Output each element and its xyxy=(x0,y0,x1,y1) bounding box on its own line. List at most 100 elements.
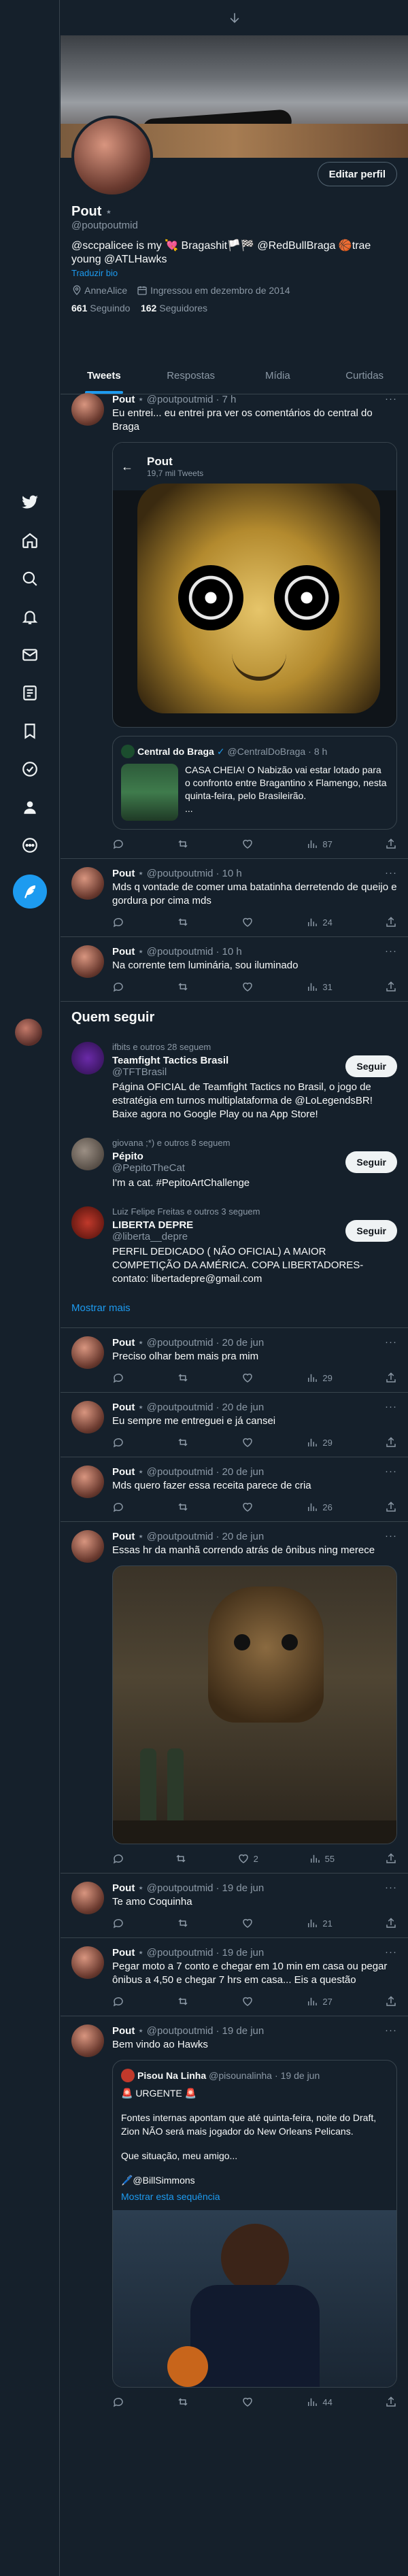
tweet-time[interactable]: 20 de jun xyxy=(222,1466,265,1478)
follow-button[interactable]: Seguir xyxy=(345,1151,397,1173)
tweet-media[interactable] xyxy=(112,1565,397,1844)
follow-suggestion[interactable]: ifbits e outros 28 seguem Teamfight Tact… xyxy=(71,1034,397,1130)
tweet-author-handle[interactable]: @poutpoutmid xyxy=(147,394,214,405)
views-button[interactable]: 21 xyxy=(306,1917,333,1929)
tweet-author-handle[interactable]: @poutpoutmid xyxy=(147,1882,214,1894)
retweet-button[interactable] xyxy=(177,981,189,993)
tweet[interactable]: Pout ⋆ @poutpoutmid · 20 de jun Mds quero fa… xyxy=(61,1457,408,1522)
tweet-author-name[interactable]: Pout xyxy=(112,1947,135,1959)
like-button[interactable] xyxy=(241,1372,254,1384)
search-icon[interactable] xyxy=(17,566,43,592)
reply-button[interactable] xyxy=(112,1917,124,1929)
retweet-button[interactable] xyxy=(177,1995,189,2007)
reply-button[interactable] xyxy=(112,1995,124,2007)
reply-button[interactable] xyxy=(112,1501,124,1513)
reply-button[interactable] xyxy=(112,1436,124,1448)
like-button[interactable] xyxy=(241,1995,254,2007)
tweet[interactable]: Pout ⋆ @poutpoutmid · 19 de jun Bem vindo ao… xyxy=(61,2016,408,2416)
retweet-button[interactable] xyxy=(177,916,189,928)
tweet-author-handle[interactable]: @poutpoutmid xyxy=(147,946,214,957)
tweet-author-name[interactable]: Pout xyxy=(112,1402,135,1413)
views-button[interactable]: 29 xyxy=(306,1372,333,1384)
more-options-icon[interactable]: ··· xyxy=(385,867,397,879)
edit-profile-button[interactable]: Editar perfil xyxy=(317,162,397,186)
share-button[interactable] xyxy=(385,1917,397,1929)
like-button[interactable] xyxy=(241,1917,254,1929)
tweet-time[interactable]: 10 h xyxy=(222,946,242,957)
retweet-button[interactable] xyxy=(177,838,189,850)
retweet-button[interactable] xyxy=(177,1501,189,1513)
tweet-author-name[interactable]: Pout xyxy=(112,394,135,405)
followers-link[interactable]: 162 Seguidores xyxy=(141,303,207,313)
like-button[interactable] xyxy=(241,838,254,850)
suggestion-handle[interactable]: @liberta__depre xyxy=(112,1231,193,1242)
follow-button[interactable]: Seguir xyxy=(345,1220,397,1242)
tweet-author-name[interactable]: Pout xyxy=(112,1466,135,1478)
tweet[interactable]: Pout ⋆ @poutpoutmid · 19 de jun Te amo Coqui… xyxy=(61,1874,408,1938)
tweet-author-name[interactable]: Pout xyxy=(112,868,135,879)
tweet-avatar[interactable] xyxy=(71,1465,104,1498)
views-button[interactable]: 55 xyxy=(309,1852,335,1865)
tweet-time[interactable]: 7 h xyxy=(222,394,237,405)
retweet-button[interactable] xyxy=(177,1372,189,1384)
more-options-icon[interactable]: ··· xyxy=(385,1401,397,1412)
share-button[interactable] xyxy=(385,1995,397,2007)
tweet-author-handle[interactable]: @poutpoutmid xyxy=(147,1531,214,1542)
tweet-avatar[interactable] xyxy=(71,1336,104,1369)
more-options-icon[interactable]: ··· xyxy=(385,2024,397,2036)
tweet-time[interactable]: 20 de jun xyxy=(222,1402,265,1413)
tweet[interactable]: Pout ⋆ @poutpoutmid · 10 h Mds q vontade de … xyxy=(61,859,408,937)
profile-icon[interactable] xyxy=(17,794,43,820)
more-options-icon[interactable]: ··· xyxy=(385,1882,397,1893)
verified-icon[interactable] xyxy=(17,756,43,782)
tweet[interactable]: Pout ⋆ @poutpoutmid · 20 de jun Eu sempre me… xyxy=(61,1393,408,1457)
home-icon[interactable] xyxy=(17,528,43,554)
tweet-author-name[interactable]: Pout xyxy=(112,1531,135,1542)
tweet[interactable]: Pout ⋆ @poutpoutmid · 20 de jun Essas hr da … xyxy=(61,1522,408,1874)
tweet-author-handle[interactable]: @poutpoutmid xyxy=(147,1337,214,1349)
tweet-author-handle[interactable]: @poutpoutmid xyxy=(147,1947,214,1959)
tweet-author-name[interactable]: Pout xyxy=(112,946,135,957)
tweet-avatar[interactable] xyxy=(71,2024,104,2057)
tweet-time[interactable]: 19 de jun xyxy=(222,1947,265,1959)
show-thread-link[interactable]: Mostrar esta sequência xyxy=(121,2190,388,2203)
bookmark-icon[interactable] xyxy=(17,718,43,744)
arrow-down-icon[interactable] xyxy=(228,11,241,24)
tweet-time[interactable]: 20 de jun xyxy=(222,1337,265,1349)
bell-icon[interactable] xyxy=(17,604,43,630)
share-button[interactable] xyxy=(385,1501,397,1513)
profile-avatar[interactable] xyxy=(71,116,153,197)
retweet-button[interactable] xyxy=(177,1917,189,1929)
views-button[interactable]: 31 xyxy=(306,981,333,993)
tweet-time[interactable]: 20 de jun xyxy=(222,1531,265,1542)
like-button[interactable] xyxy=(241,1436,254,1448)
compose-tweet-button[interactable] xyxy=(13,875,47,909)
like-button[interactable] xyxy=(241,916,254,928)
share-button[interactable] xyxy=(385,916,397,928)
views-button[interactable]: 44 xyxy=(306,2396,333,2408)
share-button[interactable] xyxy=(385,1372,397,1384)
reply-button[interactable] xyxy=(112,838,124,850)
tweet-author-handle[interactable]: @poutpoutmid xyxy=(147,868,214,879)
tweet[interactable]: Pout ⋆ @poutpoutmid · 19 de jun Pegar moto a… xyxy=(61,1938,408,2016)
tweet[interactable]: Pout ⋆ @poutpoutmid · 7 h Eu entrei... eu en… xyxy=(61,385,408,859)
share-button[interactable] xyxy=(385,1852,397,1865)
tweet-time[interactable]: 10 h xyxy=(222,868,242,879)
suggestion-name[interactable]: Teamfight Tactics Brasil xyxy=(112,1055,228,1066)
following-link[interactable]: 661 Seguindo xyxy=(71,303,130,313)
account-avatar[interactable] xyxy=(15,1019,42,1046)
twitter-logo-icon[interactable] xyxy=(17,490,43,515)
more-options-icon[interactable]: ··· xyxy=(385,1465,397,1477)
reply-button[interactable] xyxy=(112,1372,124,1384)
views-button[interactable]: 29 xyxy=(306,1436,333,1448)
more-options-icon[interactable]: ··· xyxy=(385,1336,397,1348)
tweet-media[interactable]: ← Pout 19,7 mil Tweets xyxy=(112,442,397,728)
like-button[interactable] xyxy=(241,2396,254,2408)
more-options-icon[interactable]: ··· xyxy=(385,945,397,957)
retweet-button[interactable] xyxy=(177,2396,189,2408)
tweet-author-handle[interactable]: @poutpoutmid xyxy=(147,1466,214,1478)
tweet[interactable]: Pout ⋆ @poutpoutmid · 10 h Na corrente tem l… xyxy=(61,937,408,1002)
tweet-avatar[interactable] xyxy=(71,1401,104,1434)
suggestion-handle[interactable]: @TFTBrasil xyxy=(112,1066,228,1078)
quoted-tweet[interactable]: Pisou Na Linha @pisounalinha · 19 de jun 🚨 … xyxy=(112,2060,397,2388)
